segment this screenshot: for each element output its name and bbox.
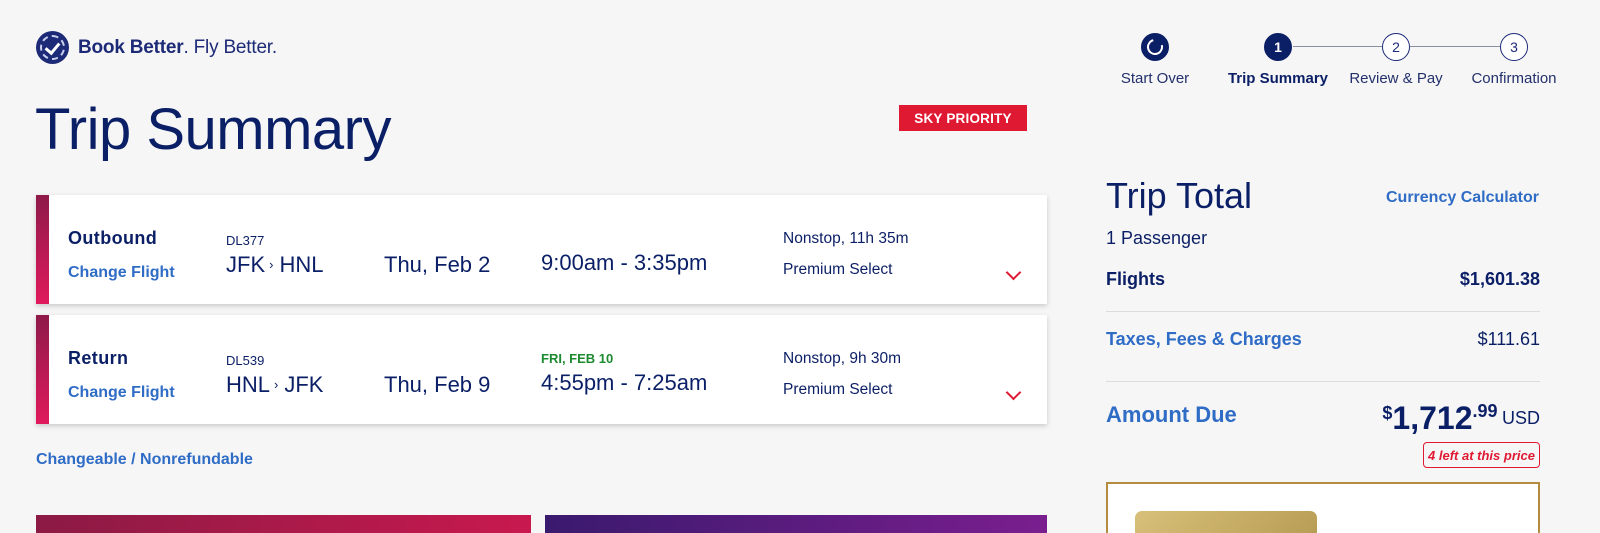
amount-main: 1,712 <box>1392 400 1473 436</box>
flight-direction: Return <box>68 348 129 368</box>
change-flight-link[interactable]: Change Flight <box>68 264 175 282</box>
fare-rule-link[interactable]: Changeable / Nonrefundable <box>36 451 253 469</box>
flight-date: Thu, Feb 9 <box>384 372 491 397</box>
passenger-count: 1 Passenger <box>1106 228 1208 248</box>
page-title: Trip Summary <box>35 97 392 162</box>
card-accent-bar <box>36 315 49 424</box>
step-number: 3 <box>1500 33 1528 61</box>
step-number: 1 <box>1264 33 1292 61</box>
cabin-class: Premium Select <box>783 261 893 278</box>
amount-due-value: $1,712.99 USD <box>1382 400 1540 437</box>
destination-code: JFK <box>284 372 324 397</box>
summary-divider <box>1106 311 1540 312</box>
step-label: Confirmation <box>1471 70 1557 87</box>
stops-duration: Nonstop, 9h 30m <box>783 350 902 367</box>
step-confirmation: 3 Confirmation <box>1449 33 1579 87</box>
chevron-down-icon[interactable] <box>1005 264 1022 281</box>
step-label: Trip Summary <box>1227 70 1329 87</box>
flight-date: Thu, Feb 2 <box>384 252 491 277</box>
brand-tagline: Book Better. Fly Better. <box>78 37 277 59</box>
flights-label: Flights <box>1106 269 1165 289</box>
flight-times: 9:00am - 3:35pm <box>541 250 708 275</box>
change-flight-link[interactable]: Change Flight <box>68 384 175 402</box>
amount-due-label: Amount Due <box>1106 402 1237 427</box>
destination-code: HNL <box>279 252 324 277</box>
taxes-value: $111.61 <box>1477 329 1540 349</box>
route-arrow-icon: › <box>269 257 274 272</box>
tagline-rest: . Fly Better. <box>183 36 277 58</box>
currency-calculator-link[interactable]: Currency Calculator <box>1386 189 1539 207</box>
delta-seal-icon <box>36 31 69 64</box>
route-arrow-icon: › <box>274 377 279 392</box>
flight-card-outbound: Outbound Change Flight DL377 JFK › HNL Thu… <box>36 195 1047 304</box>
credit-card-promo[interactable] <box>1106 482 1540 533</box>
taxes-fees-link[interactable]: Taxes, Fees & Charges <box>1106 329 1302 350</box>
booking-stepper: Start Over 1 Trip Summary 2 Review & Pay… <box>1105 33 1600 93</box>
step-label: Review & Pay <box>1349 70 1443 87</box>
step-review-pay: 2 Review & Pay <box>1331 33 1461 87</box>
summary-divider <box>1106 381 1540 382</box>
flight-route: HNL › JFK <box>226 372 323 398</box>
tagline-bold: Book Better <box>78 36 184 58</box>
start-over-label: Start Over <box>1120 70 1190 87</box>
brand-logo[interactable]: Book Better. Fly Better. <box>36 31 277 64</box>
flight-times: 4:55pm - 7:25am <box>541 370 708 395</box>
arrival-date-note: FRI, FEB 10 <box>541 351 614 366</box>
sky-priority-badge: SKY PRIORITY <box>899 105 1027 131</box>
start-over-button[interactable]: Start Over <box>1090 33 1220 87</box>
availability-badge: 4 left at this price <box>1423 442 1540 468</box>
promo-banner-right[interactable] <box>545 515 1047 533</box>
flight-card-return: Return Change Flight DL539 HNL › JFK Thu, … <box>36 315 1047 424</box>
step-number: 2 <box>1382 33 1410 61</box>
flight-number: DL539 <box>226 353 265 368</box>
amount-cents: .99 <box>1472 401 1498 421</box>
promo-banner-left[interactable] <box>36 515 531 533</box>
cabin-class: Premium Select <box>783 381 893 398</box>
card-accent-bar <box>36 195 49 304</box>
amount-currency: USD <box>1501 408 1540 428</box>
refresh-icon <box>1141 33 1169 61</box>
step-trip-summary: 1 Trip Summary <box>1213 33 1343 87</box>
stops-duration: Nonstop, 11h 35m <box>783 230 909 247</box>
flights-value: $1,601.38 <box>1459 269 1540 289</box>
origin-code: HNL <box>226 372 271 397</box>
credit-card-image <box>1135 511 1317 533</box>
chevron-down-icon[interactable] <box>1005 384 1022 401</box>
flight-number: DL377 <box>226 233 265 248</box>
trip-total-title: Trip Total <box>1106 175 1253 216</box>
origin-code: JFK <box>226 252 266 277</box>
flight-route: JFK › HNL <box>226 252 323 278</box>
flight-direction: Outbound <box>68 228 158 248</box>
currency-symbol: $ <box>1382 403 1393 423</box>
